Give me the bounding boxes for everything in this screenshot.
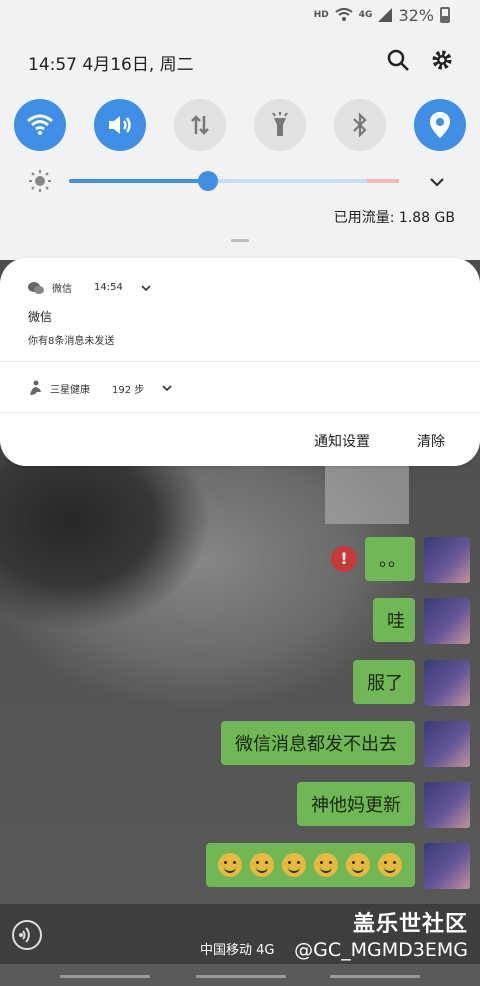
notification-card: 微信 14:54 微信 你有8条消息未发送 三星健康 192 步 通知设置 清除	[0, 258, 480, 466]
hd-indicator: HD	[313, 10, 329, 20]
flashlight-icon	[272, 112, 288, 136]
brightness-fill	[69, 179, 208, 183]
bluetooth-icon	[353, 112, 367, 138]
clear-button[interactable]: 清除	[417, 431, 445, 451]
location-pin-icon	[430, 112, 450, 138]
status-bar: HD 4G 32%	[314, 5, 450, 25]
date-time: 14:57 4月16日, 周二	[28, 55, 194, 75]
search-icon[interactable]	[385, 47, 411, 73]
nav-bar-left	[60, 975, 150, 978]
volume-icon	[109, 116, 131, 134]
panel-drag-handle[interactable]	[231, 239, 249, 242]
quick-toggles	[14, 99, 466, 151]
carrier-label: 中国移动 4G	[200, 943, 275, 958]
bluetooth-toggle[interactable]	[334, 99, 386, 151]
cell-signal-icon	[378, 8, 393, 22]
health-notification-row[interactable]: 三星健康 192 步	[28, 380, 174, 396]
watermark-title: 盖乐世社区	[352, 912, 468, 937]
chevron-down-icon[interactable]	[139, 281, 153, 295]
flashlight-toggle[interactable]	[254, 99, 306, 151]
wechat-notification-body[interactable]: 你有8条消息未发送	[28, 332, 114, 347]
network-type: 4G	[358, 10, 373, 20]
wechat-notification-title[interactable]: 微信	[28, 308, 52, 325]
samsung-health-icon	[30, 380, 41, 395]
data-arrows-icon	[191, 115, 209, 135]
brightness-slider[interactable]	[69, 171, 399, 191]
location-toggle[interactable]	[414, 99, 466, 151]
battery-icon	[440, 7, 450, 23]
chevron-down-icon[interactable]	[426, 171, 448, 193]
wechat-app-name: 微信	[52, 284, 72, 295]
health-steps: 192 步	[112, 384, 145, 396]
wifi-toggle[interactable]	[14, 99, 66, 151]
voice-input-icon[interactable]	[12, 920, 42, 950]
wechat-icon	[28, 281, 44, 294]
divider	[0, 361, 480, 362]
watermark-handle: @GC_MGMD3EMG	[294, 939, 468, 961]
wechat-notification-header[interactable]: 微信 14:54	[28, 280, 153, 295]
battery-percent: 32%	[398, 5, 434, 25]
wifi-icon	[27, 114, 53, 135]
wifi-signal-icon	[335, 8, 353, 21]
brightness-high-zone	[367, 179, 399, 183]
brightness-icon	[28, 169, 52, 193]
health-app-name: 三星健康	[50, 384, 90, 396]
notification-settings-button[interactable]: 通知设置	[314, 431, 370, 451]
nav-bar-center	[196, 975, 286, 978]
nav-bar-right	[330, 975, 420, 978]
sound-toggle[interactable]	[94, 99, 146, 151]
chevron-down-icon[interactable]	[160, 381, 174, 395]
settings-gear-icon[interactable]	[429, 47, 455, 73]
data-usage-label: 已用流量: 1.88 GB	[333, 210, 455, 226]
quick-panel: HD 4G 32% 14:57 4月16日, 周二 已用流量: 1.88 GB	[0, 0, 480, 260]
brightness-thumb[interactable]	[197, 171, 218, 191]
mobile-data-toggle[interactable]	[174, 99, 226, 151]
divider	[0, 412, 480, 413]
wechat-time: 14:54	[94, 282, 123, 293]
